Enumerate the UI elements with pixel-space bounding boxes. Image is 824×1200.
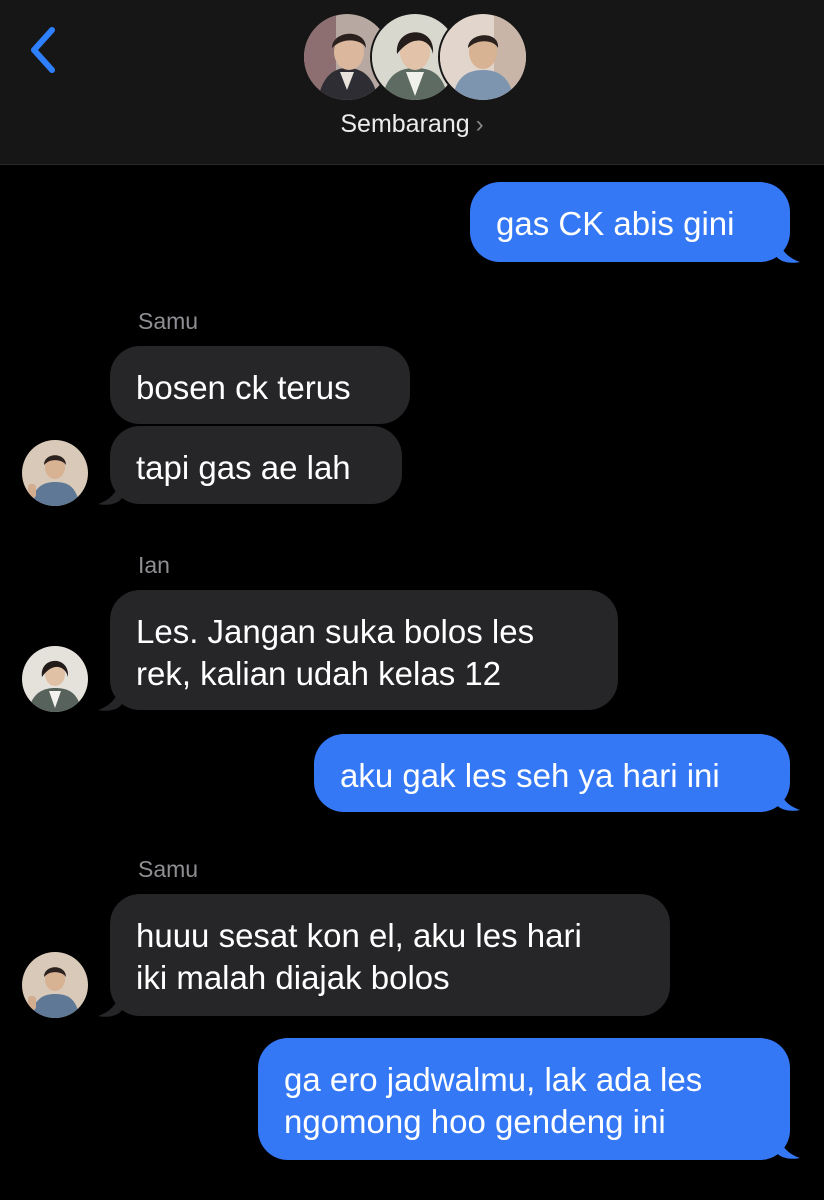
bubble-tail (98, 988, 122, 1017)
bubble-tail (98, 682, 122, 711)
bubble-tail (776, 782, 800, 811)
message-text-line: ngomong hoo gendeng ini (284, 1103, 666, 1140)
sender-name: Samu (138, 856, 199, 882)
message-text: aku gak les seh ya hari ini (340, 757, 720, 794)
message-text-line: rek, kalian udah kelas 12 (136, 655, 502, 692)
received-message-bubble[interactable]: tapi gas ae lah (110, 426, 402, 504)
conversation-header: Sembarang › (0, 0, 824, 165)
sender-name: Ian (138, 552, 170, 578)
bubble-tail (776, 234, 800, 263)
message-text-line: iki malah diajak bolos (136, 959, 450, 996)
message-text-line: Les. Jangan suka bolos les (136, 613, 535, 650)
chevron-right-icon: › (475, 111, 484, 138)
samu-avatar[interactable] (22, 440, 88, 506)
bubble-tail (776, 1130, 800, 1159)
bubble-tail (98, 476, 122, 505)
chevron-left-icon (31, 27, 55, 73)
group-name: Sembarang (340, 110, 470, 138)
message-text: tapi gas ae lah (136, 449, 351, 486)
ian-avatar[interactable] (22, 646, 88, 712)
message-text-line: huuu sesat kon el, aku les hari (136, 917, 582, 954)
sender-name: Samu (138, 308, 199, 334)
received-message-bubble[interactable]: bosen ck terus (110, 346, 410, 424)
back-button[interactable] (24, 24, 64, 76)
message-text: gas CK abis gini (496, 205, 735, 242)
group-name-button[interactable]: Sembarang › (0, 110, 824, 139)
received-message-bubble[interactable]: huuu sesat kon el, aku les hari iki mala… (110, 894, 670, 1016)
group-avatars[interactable] (302, 12, 528, 102)
message-text-line: ga ero jadwalmu, lak ada les (284, 1061, 703, 1098)
participant-avatar (438, 12, 528, 102)
sent-message-bubble[interactable]: aku gak les seh ya hari ini (314, 734, 790, 812)
samu-avatar[interactable] (22, 952, 88, 1018)
received-message-bubble[interactable]: Les. Jangan suka bolos les rek, kalian u… (110, 590, 618, 710)
sent-message-bubble[interactable]: ga ero jadwalmu, lak ada les ngomong hoo… (258, 1038, 790, 1160)
message-text: bosen ck terus (136, 369, 351, 406)
message-thread[interactable]: gas CK abis gini Samu bosen ck terus tap… (0, 164, 824, 1200)
sent-message-bubble[interactable]: gas CK abis gini (470, 182, 790, 262)
